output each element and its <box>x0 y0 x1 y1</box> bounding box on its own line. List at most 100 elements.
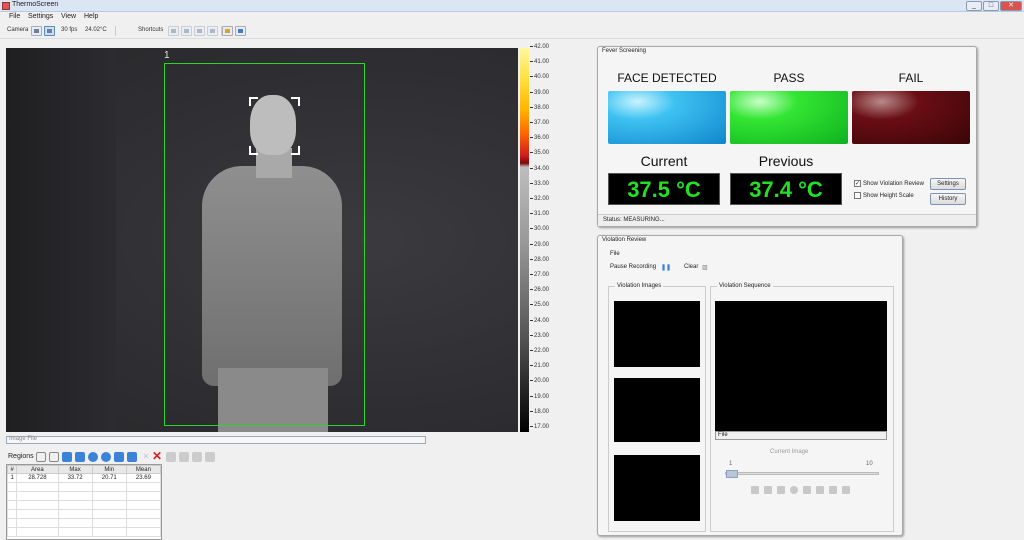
pause-icon[interactable]: ❚❚ <box>661 264 671 271</box>
scale-tick-label: 35.00 <box>530 150 549 156</box>
last-frame-icon[interactable] <box>829 486 837 494</box>
minimize-button[interactable]: _ <box>966 1 982 11</box>
scale-tick-label: 19.00 <box>530 394 549 400</box>
scale-tick-label: 23.00 <box>530 333 549 339</box>
app-icon <box>2 2 10 10</box>
stop-icon[interactable] <box>790 486 798 494</box>
arrow-right-icon[interactable] <box>179 452 189 462</box>
column-header[interactable]: Min <box>91 465 127 474</box>
polyline-tool-icon[interactable] <box>127 452 137 462</box>
play-icon[interactable] <box>803 486 811 494</box>
slider-thumb[interactable] <box>726 470 738 478</box>
rectangle-tool-icon[interactable] <box>62 452 72 462</box>
table-row[interactable]: 1 28.728 33.72 20.71 23.69 <box>6 473 162 483</box>
column-header[interactable]: Mean <box>125 465 162 474</box>
open-icon[interactable] <box>168 26 179 36</box>
temperature-color-scale <box>520 48 529 432</box>
settings-button[interactable]: Settings <box>930 178 966 190</box>
rewind-icon[interactable] <box>764 486 772 494</box>
camera-icon[interactable] <box>31 26 42 36</box>
scale-tick-label: 32.00 <box>530 196 549 202</box>
column-header[interactable]: Area <box>16 465 59 474</box>
column-header[interactable]: Max <box>57 465 93 474</box>
thermal-image-view[interactable]: 1 <box>6 48 518 432</box>
select-region-icon[interactable] <box>49 452 59 462</box>
select-cursor-icon[interactable] <box>36 452 46 462</box>
current-image-label: Current Image <box>770 449 809 455</box>
face-detection-box <box>249 97 300 155</box>
scale-tick-label: 28.00 <box>530 257 549 263</box>
pause-recording-button[interactable]: Pause Recording <box>610 264 656 270</box>
scale-tick-label: 39.00 <box>530 90 549 96</box>
chart-icon[interactable] <box>235 26 246 36</box>
polygon-tool-icon[interactable] <box>114 452 124 462</box>
violation-review-title: Violation Review <box>602 237 647 243</box>
table-cell: 1 <box>6 473 18 483</box>
maximize-button[interactable]: □ <box>983 1 999 11</box>
show-height-scale-label: Show Height Scale <box>863 193 914 200</box>
small-close-icon[interactable]: × <box>141 452 151 462</box>
scale-tick-label: 22.00 <box>530 348 549 354</box>
show-height-scale-checkbox[interactable]: Show Height Scale <box>854 192 914 199</box>
table-cell: 33.72 <box>57 473 93 483</box>
toolbar-separator <box>115 26 116 36</box>
checkbox-empty-icon <box>854 192 861 199</box>
delete-region-icon[interactable]: ✕ <box>152 450 162 462</box>
close-button[interactable]: ✕ <box>1000 1 1022 11</box>
next-frame-icon[interactable] <box>816 486 824 494</box>
violation-image-thumbnail[interactable] <box>614 378 700 442</box>
loop-icon[interactable] <box>842 486 850 494</box>
sequence-file-field[interactable]: File <box>715 431 887 440</box>
export-icon[interactable] <box>207 26 218 36</box>
violation-menu-file[interactable]: File <box>610 251 620 257</box>
menu-help[interactable]: Help <box>84 13 98 20</box>
table-cell: 23.69 <box>125 473 162 483</box>
image-file-field[interactable]: Image File <box>6 436 426 444</box>
regions-table: # Area Max Min Mean 1 28.728 33.72 20.71… <box>6 464 162 540</box>
violation-images-label: Violation Images <box>615 283 664 289</box>
menu-file[interactable]: File <box>9 13 20 20</box>
first-frame-icon[interactable] <box>751 486 759 494</box>
folder-icon[interactable] <box>222 26 233 36</box>
previous-temperature: 37.4 °C <box>730 173 842 205</box>
thermal-camera-icon[interactable] <box>44 26 55 36</box>
scale-tick-label: 37.00 <box>530 120 549 126</box>
ellipse-tool-icon[interactable] <box>88 452 98 462</box>
scale-tick-label: 33.00 <box>530 181 549 187</box>
background-wall <box>6 48 116 432</box>
menu-bar: File Settings View Help <box>0 12 1024 23</box>
save-icon[interactable] <box>181 26 192 36</box>
scale-tick-label: 29.00 <box>530 242 549 248</box>
toolbar: Camera 30 fps 24.02°C Shortcuts <box>0 23 1024 39</box>
clear-button[interactable]: Clear <box>684 264 698 270</box>
line-tool-icon[interactable] <box>75 452 85 462</box>
regions-table-header: # Area Max Min Mean <box>6 465 162 474</box>
title-bar: ThermoScreen _ □ ✕ <box>0 0 1024 12</box>
status-bar: Status: MEASURING... <box>598 214 976 226</box>
violation-image-thumbnail[interactable] <box>614 301 700 367</box>
arrow-up-icon[interactable] <box>192 452 202 462</box>
scale-tick-label: 30.00 <box>530 226 549 232</box>
column-header[interactable]: # <box>6 465 18 474</box>
scale-tick-label: 31.00 <box>530 211 549 217</box>
violation-image-thumbnail[interactable] <box>614 455 700 521</box>
current-label: Current <box>640 153 688 169</box>
pass-indicator <box>730 91 848 144</box>
print-icon[interactable] <box>194 26 205 36</box>
history-button[interactable]: History <box>930 193 966 205</box>
arrow-left-icon[interactable] <box>166 452 176 462</box>
checkmark-icon: ✓ <box>854 180 861 187</box>
menu-view[interactable]: View <box>61 13 76 20</box>
violation-sequence-viewer[interactable] <box>715 301 887 431</box>
image-slider[interactable] <box>725 470 879 478</box>
shortcuts-label: Shortcuts <box>138 27 164 33</box>
previous-label: Previous <box>758 153 814 169</box>
menu-settings[interactable]: Settings <box>28 13 53 20</box>
previous-frame-icon[interactable] <box>777 486 785 494</box>
trash-icon[interactable]: ▥ <box>702 264 708 271</box>
scale-tick-label: 24.00 <box>530 318 549 324</box>
show-violation-review-checkbox[interactable]: ✓ Show Violation Review <box>854 180 924 187</box>
scale-tick-label: 41.00 <box>530 59 549 65</box>
circle-tool-icon[interactable] <box>101 452 111 462</box>
arrow-down-icon[interactable] <box>205 452 215 462</box>
